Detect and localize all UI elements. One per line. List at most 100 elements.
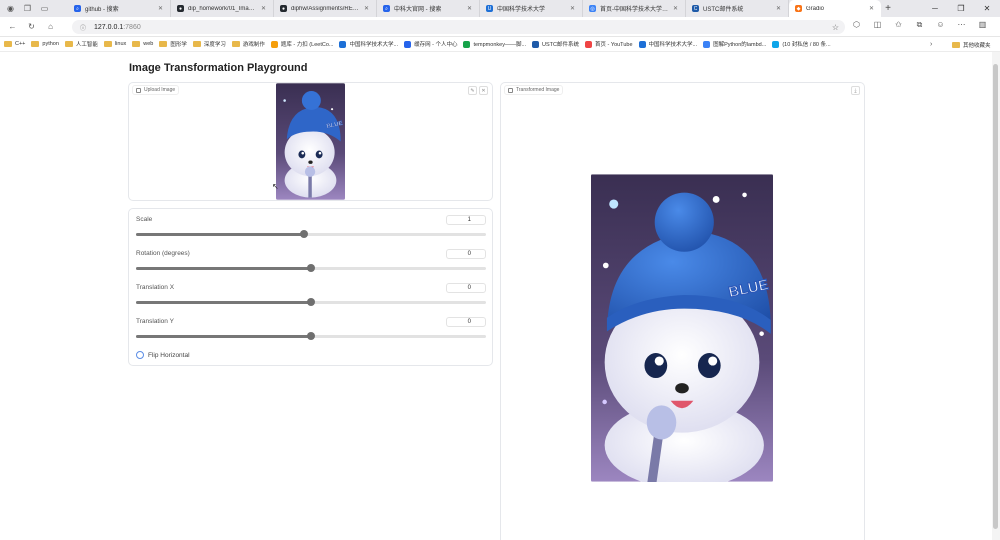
back-icon[interactable]: ← xyxy=(8,22,17,31)
scale-slider-handle[interactable] xyxy=(300,230,308,238)
tab-close-icon[interactable]: ✕ xyxy=(869,5,875,12)
site-favicon-icon xyxy=(270,40,278,48)
nav-buttons: ← ↻ ⌂ xyxy=(0,22,70,31)
folder-icon xyxy=(159,41,168,47)
mail-icon: C xyxy=(692,5,699,12)
download-icon[interactable]: ⤓ xyxy=(851,86,860,95)
rotation-slider-handle[interactable] xyxy=(307,264,315,272)
split-screen-icon[interactable]: ◫ xyxy=(873,20,882,29)
tab-4[interactable]: U 中国科学技术大学 ✕ xyxy=(480,0,583,17)
bookmark-item[interactable]: 游戏制作 xyxy=(231,40,265,48)
puppy-image-large: BLUE xyxy=(591,174,773,482)
bookmark-label: (10 封私信 / 80 条... xyxy=(782,42,831,48)
folder-icon xyxy=(231,41,240,47)
site-favicon-icon xyxy=(532,40,540,48)
tab-1[interactable]: ● dip_homework/01_ImageWarping ✕ xyxy=(171,0,274,17)
translation-x-slider[interactable] xyxy=(136,298,486,306)
page-scrollbar[interactable] xyxy=(992,52,1000,540)
tab-close-icon[interactable]: ✕ xyxy=(570,5,576,12)
profile-avatar-icon[interactable]: ☺ xyxy=(936,20,945,29)
scale-slider[interactable] xyxy=(136,230,486,238)
tab-close-icon[interactable]: ✕ xyxy=(673,5,679,12)
bookmark-item[interactable]: 中国科学技术大学... xyxy=(339,40,398,48)
tab-0[interactable]: ⌕ github - 搜索 ✕ xyxy=(68,0,171,17)
edit-icon[interactable]: ✎ xyxy=(468,86,477,95)
tab-6[interactable]: C USTC邮件系统 ✕ xyxy=(686,0,789,17)
bookmark-item[interactable]: 题库 - 力扣 (LeetCo... xyxy=(270,40,334,48)
tab-5[interactable]: ◎ 首页-中国科学技术大学网上 ✕ xyxy=(583,0,686,17)
restore-icon[interactable]: ❐ xyxy=(948,4,974,13)
tab-label: dip_homework/01_ImageWarping xyxy=(188,5,257,12)
gradio-page: Image Transformation Playground Upload I… xyxy=(0,52,992,540)
tab-close-icon[interactable]: ✕ xyxy=(261,5,267,12)
profile-icon[interactable]: ◉ xyxy=(6,4,15,13)
controls-block: Scale 1 Rotation (degrees) 0 Translation… xyxy=(128,208,493,366)
bookmark-item[interactable]: 缓存网 - 个人中心 xyxy=(404,40,457,48)
minimize-icon[interactable]: ─ xyxy=(922,4,948,13)
extension-icon[interactable]: ⬡ xyxy=(852,20,861,29)
bookmark-label: USTC邮件系统 xyxy=(542,42,580,48)
bookmark-label: 题库 - 力扣 (LeetCo... xyxy=(280,42,334,48)
site-favicon-icon xyxy=(772,40,780,48)
bookmark-item[interactable]: USTC邮件系统 xyxy=(532,40,579,48)
bookmark-label: 图解Python的lambd... xyxy=(713,42,767,48)
site-info-icon[interactable]: ⓘ xyxy=(80,23,86,32)
favorite-star-icon[interactable]: ☆ xyxy=(832,23,839,32)
bookmarks-overflow-icon[interactable]: › xyxy=(930,37,932,51)
favorites-icon[interactable]: ✩ xyxy=(894,20,903,29)
home-icon[interactable]: ⌂ xyxy=(46,22,55,31)
translation-x-slider-handle[interactable] xyxy=(307,298,315,306)
url-field[interactable]: ⓘ 127.0.0.1:7860 ☆ xyxy=(72,20,845,34)
bookmark-item[interactable]: 首页 - YouTube xyxy=(585,40,633,48)
flip-horizontal-checkbox-box[interactable] xyxy=(136,351,144,359)
clear-icon[interactable]: ✕ xyxy=(479,86,488,95)
upload-image-block[interactable]: Upload Image ✎ ✕ BLUE xyxy=(128,82,493,201)
tab-close-icon[interactable]: ✕ xyxy=(776,5,782,12)
translation-x-number-input[interactable]: 0 xyxy=(446,283,486,293)
tab-3[interactable]: ⌕ 中科大官网 - 搜索 ✕ xyxy=(377,0,480,17)
workspaces-icon[interactable]: ❐ xyxy=(23,4,32,13)
bookmark-label: 深度学习 xyxy=(203,42,226,48)
tab-7[interactable]: ◆ Gradio ✕ xyxy=(789,0,881,17)
refresh-icon[interactable]: ↻ xyxy=(27,22,36,31)
bookmark-label: 人工智能 xyxy=(75,42,98,48)
bookmark-item[interactable]: 中国科学技术大学... xyxy=(638,40,697,48)
bookmark-item[interactable]: C++ xyxy=(4,41,25,47)
transformed-image-block: Transformed Image ⤓ BLUE xyxy=(500,82,865,540)
bookmark-item[interactable]: 深度学习 xyxy=(192,40,226,48)
bookmark-item[interactable]: linux xyxy=(103,41,126,47)
bookmark-item[interactable]: tempmonkey——脚... xyxy=(463,40,526,48)
sidebar-icon[interactable]: ▥ xyxy=(978,20,987,29)
rotation-number-input[interactable]: 0 xyxy=(446,249,486,259)
scale-number-input[interactable]: 1 xyxy=(446,215,486,225)
bookmark-item[interactable]: 人工智能 xyxy=(64,40,98,48)
tab-close-icon[interactable]: ✕ xyxy=(364,5,370,12)
more-options-icon[interactable]: ⋯ xyxy=(957,20,966,29)
tab-close-icon[interactable]: ✕ xyxy=(467,5,473,12)
bookmark-list: C++ python 人工智能 linux web 图形学 深度学习 游戏制作 题库 - 力扣 … xyxy=(4,40,837,48)
flip-horizontal-checkbox[interactable]: Flip Horizontal xyxy=(136,351,190,359)
tab-label: USTC邮件系统 xyxy=(703,7,744,13)
translation-y-number-input[interactable]: 0 xyxy=(446,317,486,327)
bookmark-item[interactable]: python xyxy=(31,41,59,47)
bookmark-item[interactable]: 图解Python的lambd... xyxy=(703,40,766,48)
other-bookmarks[interactable]: 其他收藏夹 xyxy=(952,37,991,51)
folder-icon xyxy=(64,41,73,47)
tab-close-icon[interactable]: ✕ xyxy=(158,5,164,12)
rotation-slider[interactable] xyxy=(136,264,486,272)
tab-2[interactable]: ● diphw/Assignments/README ✕ xyxy=(274,0,377,17)
translation-y-slider[interactable] xyxy=(136,332,486,340)
scrollbar-thumb[interactable] xyxy=(993,64,998,529)
close-window-icon[interactable]: ✕ xyxy=(974,4,1000,13)
site-favicon-icon xyxy=(703,40,711,48)
rotation-label: Rotation (degrees) xyxy=(136,250,190,257)
collections-icon[interactable]: ⧉ xyxy=(915,20,924,29)
tab-actions-icon[interactable]: ▭ xyxy=(40,4,49,13)
new-tab-button[interactable]: + xyxy=(881,3,895,14)
bookmark-item[interactable]: web xyxy=(132,41,153,47)
folder-icon xyxy=(31,41,40,47)
translation-y-slider-handle[interactable] xyxy=(307,332,315,340)
bookmark-item[interactable]: 图形学 xyxy=(159,40,187,48)
url-port: :7860 xyxy=(123,23,141,31)
bookmark-item[interactable]: (10 封私信 / 80 条... xyxy=(772,40,831,48)
